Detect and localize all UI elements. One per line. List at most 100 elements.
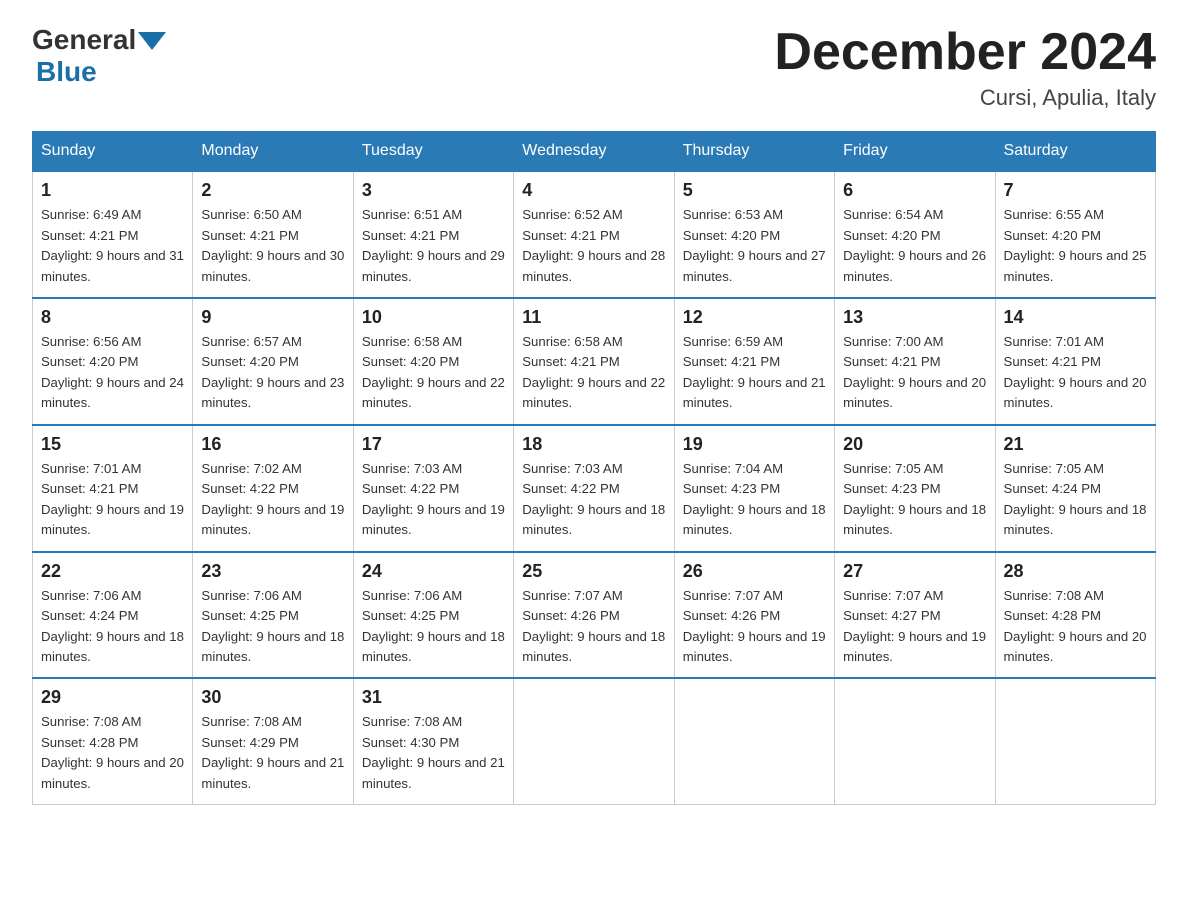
- page-header: General Blue December 2024 Cursi, Apulia…: [32, 24, 1156, 111]
- day-info: Sunrise: 7:07 AMSunset: 4:26 PMDaylight:…: [683, 586, 826, 668]
- calendar-cell: 13 Sunrise: 7:00 AMSunset: 4:21 PMDayligh…: [835, 298, 995, 425]
- calendar-cell: 25 Sunrise: 7:07 AMSunset: 4:26 PMDayligh…: [514, 552, 674, 679]
- calendar-cell: 26 Sunrise: 7:07 AMSunset: 4:26 PMDayligh…: [674, 552, 834, 679]
- day-number: 14: [1004, 307, 1147, 328]
- calendar-cell: [674, 678, 834, 804]
- calendar-cell: 4 Sunrise: 6:52 AMSunset: 4:21 PMDaylight…: [514, 171, 674, 298]
- day-header-friday: Friday: [835, 132, 995, 172]
- day-info: Sunrise: 7:08 AMSunset: 4:28 PMDaylight:…: [41, 712, 184, 794]
- day-info: Sunrise: 7:00 AMSunset: 4:21 PMDaylight:…: [843, 332, 986, 414]
- calendar-cell: 1 Sunrise: 6:49 AMSunset: 4:21 PMDaylight…: [33, 171, 193, 298]
- day-info: Sunrise: 7:07 AMSunset: 4:26 PMDaylight:…: [522, 586, 665, 668]
- week-row-2: 8Sunrise: 6:56 AMSunset: 4:20 PMDaylight…: [33, 298, 1156, 425]
- location-title: Cursi, Apulia, Italy: [774, 85, 1156, 111]
- day-info: Sunrise: 7:07 AMSunset: 4:27 PMDaylight:…: [843, 586, 986, 668]
- calendar-cell: 8Sunrise: 6:56 AMSunset: 4:20 PMDaylight…: [33, 298, 193, 425]
- day-number: 22: [41, 561, 184, 582]
- day-number: 11: [522, 307, 665, 328]
- day-number: 1: [41, 180, 184, 201]
- calendar-cell: 9 Sunrise: 6:57 AMSunset: 4:20 PMDaylight…: [193, 298, 353, 425]
- calendar-cell: 10 Sunrise: 6:58 AMSunset: 4:20 PMDayligh…: [353, 298, 513, 425]
- calendar-cell: 20 Sunrise: 7:05 AMSunset: 4:23 PMDayligh…: [835, 425, 995, 552]
- calendar-cell: [514, 678, 674, 804]
- calendar-cell: 22Sunrise: 7:06 AMSunset: 4:24 PMDayligh…: [33, 552, 193, 679]
- day-number: 15: [41, 434, 184, 455]
- day-info: Sunrise: 6:59 AMSunset: 4:21 PMDaylight:…: [683, 332, 826, 414]
- logo-general-text: General: [32, 24, 136, 56]
- day-number: 10: [362, 307, 505, 328]
- calendar-cell: 2 Sunrise: 6:50 AMSunset: 4:21 PMDaylight…: [193, 171, 353, 298]
- day-info: Sunrise: 7:08 AMSunset: 4:28 PMDaylight:…: [1004, 586, 1147, 668]
- calendar-table: SundayMondayTuesdayWednesdayThursdayFrid…: [32, 131, 1156, 805]
- month-title: December 2024: [774, 24, 1156, 81]
- day-number: 3: [362, 180, 505, 201]
- day-number: 5: [683, 180, 826, 201]
- week-row-4: 22Sunrise: 7:06 AMSunset: 4:24 PMDayligh…: [33, 552, 1156, 679]
- day-number: 7: [1004, 180, 1147, 201]
- calendar-cell: 19Sunrise: 7:04 AMSunset: 4:23 PMDayligh…: [674, 425, 834, 552]
- calendar-cell: 6Sunrise: 6:54 AMSunset: 4:20 PMDaylight…: [835, 171, 995, 298]
- day-info: Sunrise: 6:58 AMSunset: 4:20 PMDaylight:…: [362, 332, 505, 414]
- calendar-cell: 3 Sunrise: 6:51 AMSunset: 4:21 PMDaylight…: [353, 171, 513, 298]
- calendar-cell: 29 Sunrise: 7:08 AMSunset: 4:28 PMDayligh…: [33, 678, 193, 804]
- day-number: 31: [362, 687, 505, 708]
- day-info: Sunrise: 7:01 AMSunset: 4:21 PMDaylight:…: [1004, 332, 1147, 414]
- calendar-cell: 7 Sunrise: 6:55 AMSunset: 4:20 PMDaylight…: [995, 171, 1155, 298]
- calendar-cell: 11 Sunrise: 6:58 AMSunset: 4:21 PMDayligh…: [514, 298, 674, 425]
- day-number: 16: [201, 434, 344, 455]
- day-number: 13: [843, 307, 986, 328]
- day-header-tuesday: Tuesday: [353, 132, 513, 172]
- calendar-cell: 21Sunrise: 7:05 AMSunset: 4:24 PMDayligh…: [995, 425, 1155, 552]
- day-number: 4: [522, 180, 665, 201]
- day-info: Sunrise: 7:08 AMSunset: 4:30 PMDaylight:…: [362, 712, 505, 794]
- calendar-cell: 24Sunrise: 7:06 AMSunset: 4:25 PMDayligh…: [353, 552, 513, 679]
- calendar-cell: 31 Sunrise: 7:08 AMSunset: 4:30 PMDayligh…: [353, 678, 513, 804]
- logo-triangle-icon: [138, 32, 166, 50]
- calendar-cell: 27Sunrise: 7:07 AMSunset: 4:27 PMDayligh…: [835, 552, 995, 679]
- day-info: Sunrise: 7:04 AMSunset: 4:23 PMDaylight:…: [683, 459, 826, 541]
- week-row-3: 15 Sunrise: 7:01 AMSunset: 4:21 PMDayligh…: [33, 425, 1156, 552]
- day-info: Sunrise: 7:01 AMSunset: 4:21 PMDaylight:…: [41, 459, 184, 541]
- day-info: Sunrise: 6:53 AMSunset: 4:20 PMDaylight:…: [683, 205, 826, 287]
- day-number: 2: [201, 180, 344, 201]
- day-number: 17: [362, 434, 505, 455]
- day-number: 30: [201, 687, 344, 708]
- day-number: 23: [201, 561, 344, 582]
- day-number: 24: [362, 561, 505, 582]
- day-header-wednesday: Wednesday: [514, 132, 674, 172]
- calendar-cell: 23Sunrise: 7:06 AMSunset: 4:25 PMDayligh…: [193, 552, 353, 679]
- calendar-cell: 28 Sunrise: 7:08 AMSunset: 4:28 PMDayligh…: [995, 552, 1155, 679]
- day-number: 18: [522, 434, 665, 455]
- day-info: Sunrise: 6:58 AMSunset: 4:21 PMDaylight:…: [522, 332, 665, 414]
- day-number: 25: [522, 561, 665, 582]
- day-number: 29: [41, 687, 184, 708]
- day-info: Sunrise: 6:51 AMSunset: 4:21 PMDaylight:…: [362, 205, 505, 287]
- calendar-cell: [835, 678, 995, 804]
- calendar-cell: 16 Sunrise: 7:02 AMSunset: 4:22 PMDayligh…: [193, 425, 353, 552]
- day-info: Sunrise: 7:08 AMSunset: 4:29 PMDaylight:…: [201, 712, 344, 794]
- day-info: Sunrise: 6:52 AMSunset: 4:21 PMDaylight:…: [522, 205, 665, 287]
- title-area: December 2024 Cursi, Apulia, Italy: [774, 24, 1156, 111]
- day-header-sunday: Sunday: [33, 132, 193, 172]
- day-header-monday: Monday: [193, 132, 353, 172]
- day-info: Sunrise: 6:57 AMSunset: 4:20 PMDaylight:…: [201, 332, 344, 414]
- day-header-saturday: Saturday: [995, 132, 1155, 172]
- calendar-cell: 17Sunrise: 7:03 AMSunset: 4:22 PMDayligh…: [353, 425, 513, 552]
- day-number: 28: [1004, 561, 1147, 582]
- logo: General Blue: [32, 24, 166, 88]
- day-number: 26: [683, 561, 826, 582]
- calendar-cell: 14 Sunrise: 7:01 AMSunset: 4:21 PMDayligh…: [995, 298, 1155, 425]
- calendar-cell: [995, 678, 1155, 804]
- day-number: 20: [843, 434, 986, 455]
- day-number: 9: [201, 307, 344, 328]
- day-info: Sunrise: 6:54 AMSunset: 4:20 PMDaylight:…: [843, 205, 986, 287]
- week-row-5: 29 Sunrise: 7:08 AMSunset: 4:28 PMDayligh…: [33, 678, 1156, 804]
- day-info: Sunrise: 7:05 AMSunset: 4:23 PMDaylight:…: [843, 459, 986, 541]
- day-info: Sunrise: 7:02 AMSunset: 4:22 PMDaylight:…: [201, 459, 344, 541]
- week-row-1: 1 Sunrise: 6:49 AMSunset: 4:21 PMDaylight…: [33, 171, 1156, 298]
- day-info: Sunrise: 6:55 AMSunset: 4:20 PMDaylight:…: [1004, 205, 1147, 287]
- calendar-cell: 12Sunrise: 6:59 AMSunset: 4:21 PMDayligh…: [674, 298, 834, 425]
- day-info: Sunrise: 6:49 AMSunset: 4:21 PMDaylight:…: [41, 205, 184, 287]
- day-info: Sunrise: 6:50 AMSunset: 4:21 PMDaylight:…: [201, 205, 344, 287]
- calendar-cell: 5 Sunrise: 6:53 AMSunset: 4:20 PMDaylight…: [674, 171, 834, 298]
